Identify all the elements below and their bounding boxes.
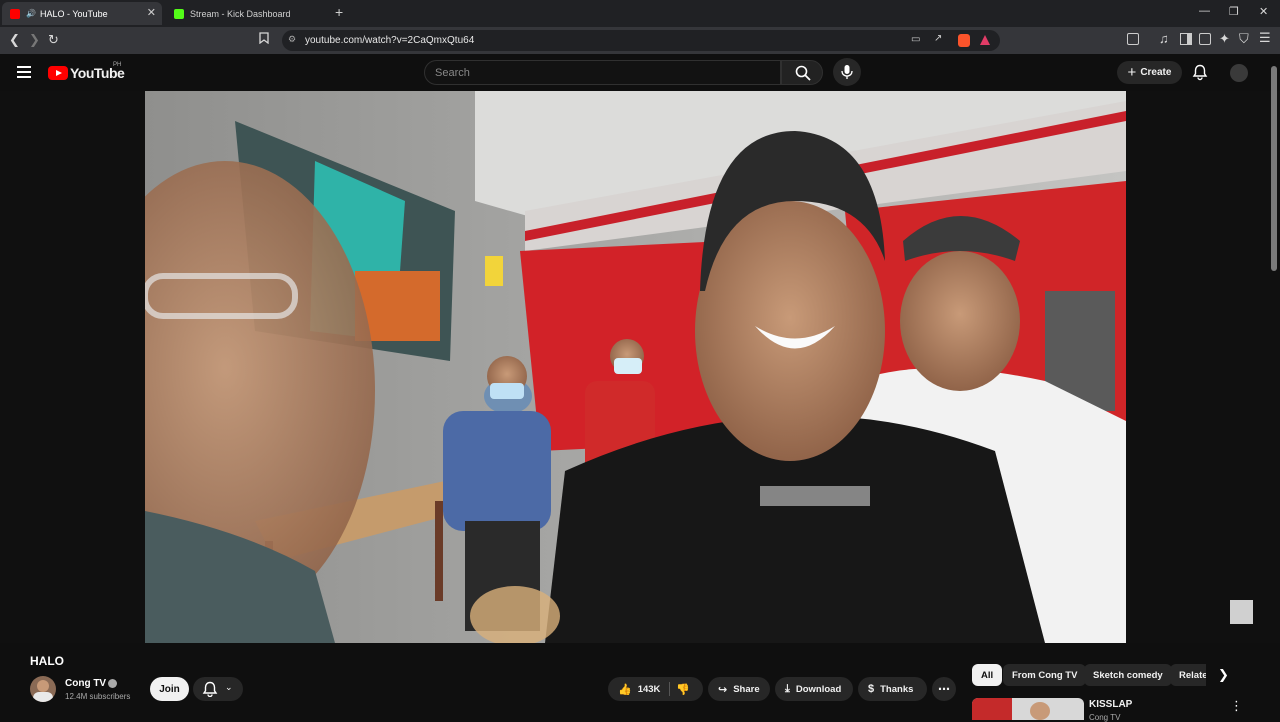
divider — [669, 682, 670, 696]
browser-menu-icon[interactable]: ☰ — [1259, 30, 1271, 46]
chip-all[interactable]: All — [972, 664, 1003, 686]
back-icon[interactable]: ❮ — [9, 32, 20, 48]
close-tab-icon[interactable]: ✕ — [147, 6, 156, 19]
youtube-header: YouTube PH + Create — [0, 54, 1280, 91]
forward-icon[interactable]: ❯ — [29, 32, 40, 48]
share-label: Share — [733, 683, 760, 695]
notification-bell-icon — [202, 681, 218, 697]
cast-icon[interactable]: ▭ — [911, 34, 920, 45]
avatar-shirt — [33, 692, 53, 702]
chevron-down-icon: ⌄ — [225, 682, 233, 692]
thanks-button[interactable]: $ Thanks — [858, 677, 927, 701]
thumbnail-face — [1030, 702, 1050, 720]
new-tab-icon[interactable]: + — [335, 4, 343, 20]
plus-icon: + — [1127, 64, 1137, 81]
restore-icon[interactable]: ❐ — [1229, 5, 1239, 18]
like-dislike-group: 👍 143K 👎 — [608, 677, 703, 701]
thanks-icon: $ — [868, 683, 875, 695]
thanks-label: Thanks — [880, 683, 914, 695]
like-icon[interactable]: 👍 — [618, 683, 632, 696]
youtube-logo[interactable]: YouTube PH — [48, 62, 125, 81]
download-icon: ⤓ — [785, 682, 790, 695]
channel-watermark[interactable] — [1230, 600, 1253, 624]
thumbnail-graphic — [972, 698, 1012, 720]
subscribed-notifications-button[interactable]: ⌄ — [193, 677, 243, 701]
subscriber-count: 12.4M subscribers — [65, 692, 131, 701]
chip-sketch-comedy[interactable]: Sketch comedy — [1084, 664, 1172, 686]
browser-toolbar: ❮ ❯ ↻ ⚙ youtube.com/watch?v=2CaQmxQtu64 … — [0, 27, 1280, 54]
country-code: PH — [113, 62, 122, 68]
media-icon[interactable]: ♫ — [1159, 31, 1169, 46]
screenshot-icon[interactable] — [1127, 33, 1139, 45]
address-bar[interactable]: ⚙ youtube.com/watch?v=2CaQmxQtu64 ▭ ↗ — [282, 30, 1000, 51]
share-icon: ↪ — [718, 683, 728, 696]
voice-search-button[interactable] — [833, 58, 861, 86]
tab-label: HALO - YouTube — [39, 8, 108, 19]
minimize-icon[interactable]: — — [1199, 5, 1210, 17]
page-scrollbar[interactable] — [1271, 66, 1277, 271]
tab-youtube[interactable]: 🔊 HALO - YouTube ✕ — [2, 2, 162, 25]
speaker-icon[interactable]: 🔊 — [26, 9, 36, 18]
create-button[interactable]: + Create — [1117, 61, 1182, 84]
download-button[interactable]: ⤓ Download — [775, 677, 853, 701]
browser-tab-bar: 🔊 HALO - YouTube ✕ Stream - Kick Dashboa… — [0, 0, 1280, 27]
microphone-icon — [841, 65, 853, 79]
kick-favicon-icon — [174, 8, 184, 19]
leo-ai-icon[interactable]: ✦ — [1219, 31, 1230, 47]
bookmark-icon[interactable] — [259, 32, 269, 47]
url-text: youtube.com/watch?v=2CaQmxQtu64 — [305, 35, 475, 46]
brave-rewards-icon[interactable] — [980, 35, 990, 45]
youtube-favicon-icon — [10, 8, 20, 19]
more-actions-button[interactable]: ⋯ — [932, 677, 956, 701]
notifications-bell-icon[interactable] — [1192, 64, 1208, 86]
join-button[interactable]: Join — [150, 677, 189, 701]
site-info-icon[interactable]: ⚙ — [288, 34, 296, 45]
tab-kick-dashboard[interactable]: Stream - Kick Dashboard — [166, 2, 331, 25]
recommendation-thumbnail[interactable] — [972, 698, 1084, 720]
vpn-shield-icon[interactable]: ⛉ — [1239, 31, 1249, 47]
channel-avatar[interactable] — [30, 676, 56, 702]
reload-icon[interactable]: ↻ — [48, 32, 59, 48]
share-page-icon[interactable]: ↗ — [934, 33, 942, 44]
search-box[interactable] — [424, 60, 781, 85]
brave-shield-icon[interactable] — [958, 34, 970, 47]
video-scene — [145, 91, 1126, 643]
tab-label: Stream - Kick Dashboard — [190, 8, 291, 19]
recommendation-title[interactable]: KISSLAP — [1089, 699, 1132, 710]
youtube-play-icon — [48, 66, 68, 80]
search-button[interactable] — [781, 60, 823, 85]
channel-name[interactable]: Cong TV — [65, 678, 106, 689]
wallet-icon[interactable] — [1199, 33, 1211, 45]
video-player[interactable] — [0, 91, 1280, 643]
hamburger-menu-icon[interactable] — [17, 66, 31, 81]
avatar-face — [37, 680, 49, 692]
download-label: Download — [795, 683, 842, 695]
sidebar-icon[interactable] — [1180, 33, 1192, 45]
video-frame[interactable] — [145, 91, 1126, 643]
recommendation-channel[interactable]: Cong TV — [1089, 713, 1120, 722]
video-title: HALO — [30, 654, 64, 668]
like-count[interactable]: 143K — [638, 684, 661, 695]
chip-from-cong-tv[interactable]: From Cong TV — [1003, 664, 1087, 686]
close-window-icon[interactable]: ✕ — [1259, 5, 1268, 18]
search-icon — [795, 65, 811, 81]
verified-check-icon — [108, 679, 117, 688]
search-input[interactable] — [435, 67, 735, 79]
more-horizontal-icon: ⋯ — [938, 682, 950, 696]
account-avatar[interactable] — [1230, 64, 1248, 82]
dislike-icon[interactable]: 👎 — [676, 683, 690, 696]
more-vertical-icon[interactable]: ⋮ — [1230, 698, 1243, 714]
chevron-right-icon[interactable]: ❯ — [1218, 667, 1229, 683]
share-button[interactable]: ↪ Share — [708, 677, 770, 701]
create-label: Create — [1140, 67, 1172, 78]
chip-related[interactable]: Relate — [1170, 664, 1206, 686]
